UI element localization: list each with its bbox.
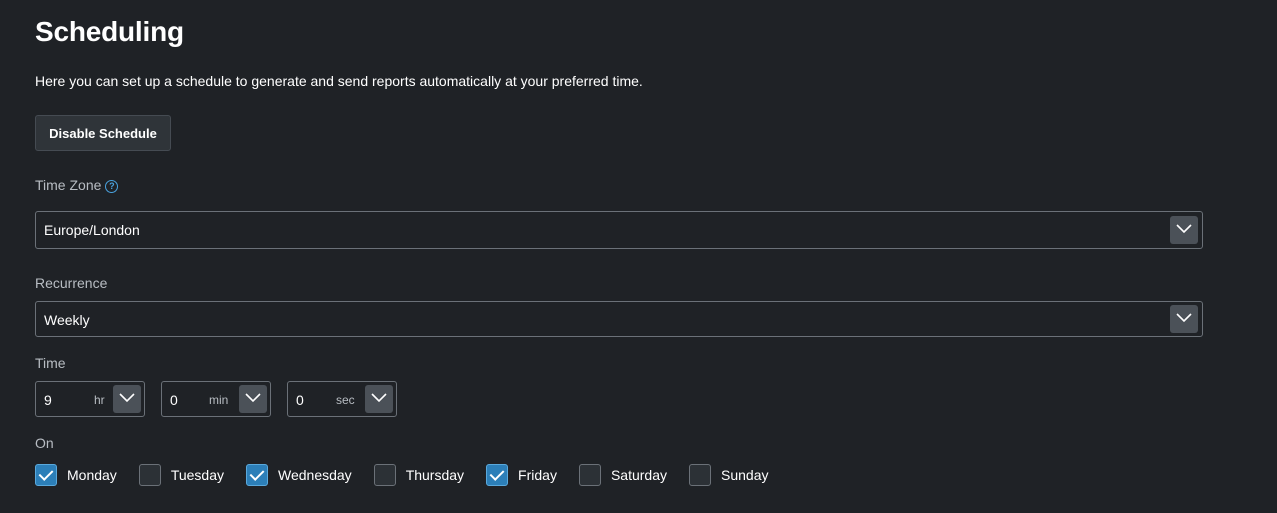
hours-select[interactable]: 9 hr xyxy=(35,381,145,417)
monday-checkbox[interactable] xyxy=(35,464,57,486)
tuesday-checkbox[interactable] xyxy=(138,464,161,486)
saturday-label: Saturday xyxy=(610,467,667,483)
wednesday-label: Wednesday xyxy=(278,467,352,483)
chevron-down-icon[interactable] xyxy=(113,385,141,413)
page-description: Here you can set up a schedule to genera… xyxy=(35,73,643,89)
timezone-label-text: Time Zone xyxy=(35,177,102,193)
day-monday[interactable]: Monday xyxy=(35,464,117,486)
day-wednesday[interactable]: Wednesday xyxy=(246,464,352,486)
hours-value: 9 xyxy=(44,392,52,408)
day-thursday[interactable]: Thursday xyxy=(373,464,465,486)
time-label: Time xyxy=(35,355,66,371)
minutes-unit: min xyxy=(209,393,229,407)
recurrence-label: Recurrence xyxy=(35,275,108,291)
chevron-down-icon[interactable] xyxy=(1170,216,1198,244)
tuesday-label: Tuesday xyxy=(170,467,224,483)
friday-label: Friday xyxy=(518,467,557,483)
timezone-value: Europe/London xyxy=(44,222,140,238)
minutes-value: 0 xyxy=(170,392,178,408)
sunday-label: Sunday xyxy=(721,467,769,483)
day-tuesday[interactable]: Tuesday xyxy=(138,464,224,486)
help-icon[interactable]: ? xyxy=(105,180,119,193)
day-sunday[interactable]: Sunday xyxy=(689,464,768,486)
chevron-down-icon[interactable] xyxy=(239,385,267,413)
thursday-checkbox[interactable] xyxy=(373,464,396,486)
saturday-checkbox[interactable] xyxy=(578,464,601,486)
timezone-label: Time Zone? xyxy=(35,177,119,193)
seconds-value: 0 xyxy=(296,392,304,408)
thursday-label: Thursday xyxy=(405,467,465,483)
sunday-checkbox[interactable] xyxy=(689,464,711,486)
hours-unit: hr xyxy=(94,393,105,407)
on-label: On xyxy=(35,435,54,451)
timezone-select[interactable]: Europe/London xyxy=(35,211,1203,249)
recurrence-select[interactable]: Weekly xyxy=(35,301,1203,337)
recurrence-value: Weekly xyxy=(44,312,90,328)
day-saturday[interactable]: Saturday xyxy=(578,464,667,486)
days-row: Monday Tuesday Wednesday Thursday Friday… xyxy=(35,464,768,486)
friday-checkbox[interactable] xyxy=(486,464,509,486)
chevron-down-icon[interactable] xyxy=(1170,305,1198,333)
minutes-select[interactable]: 0 min xyxy=(161,381,271,417)
monday-label: Monday xyxy=(67,467,117,483)
seconds-select[interactable]: 0 sec xyxy=(287,381,397,417)
seconds-unit: sec xyxy=(336,393,355,407)
day-friday[interactable]: Friday xyxy=(486,464,557,486)
wednesday-checkbox[interactable] xyxy=(246,464,268,486)
disable-schedule-button[interactable]: Disable Schedule xyxy=(35,115,171,151)
chevron-down-icon[interactable] xyxy=(365,385,393,413)
page-title: Scheduling xyxy=(35,16,184,47)
